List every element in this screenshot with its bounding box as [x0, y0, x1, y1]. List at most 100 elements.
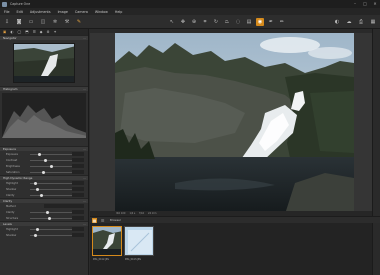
- navigator-thumbnail[interactable]: [13, 43, 75, 83]
- wrench-icon[interactable]: ⚒: [63, 18, 71, 26]
- menu-camera[interactable]: Camera: [75, 10, 88, 14]
- picker-icon[interactable]: ✒: [267, 18, 275, 26]
- tools-icon[interactable]: ◫: [39, 18, 47, 26]
- section-options-icon[interactable]: ⋯: [83, 36, 86, 40]
- iso-readout: ISO 100: [116, 212, 126, 215]
- tool-tab-lens[interactable]: ◯: [17, 30, 21, 34]
- tool-tab-output[interactable]: ✦: [54, 30, 57, 34]
- minimize-button[interactable]: –: [352, 1, 358, 7]
- slider-knob[interactable]: [34, 233, 37, 237]
- tool-tab-adjust[interactable]: ⚙: [46, 30, 49, 34]
- cloud-icon[interactable]: ☁: [345, 18, 353, 26]
- browser-panel: IMG_0412.JPG IMG_0413.JPG: [90, 223, 372, 275]
- slider-knob[interactable]: [46, 210, 49, 214]
- slider-row: Shadow: [0, 232, 88, 238]
- browser-list-icon[interactable]: ☰: [100, 218, 105, 223]
- slider-knob[interactable]: [36, 187, 39, 191]
- hdr-clarity-slider[interactable]: [30, 195, 78, 196]
- grid-icon[interactable]: ▦: [369, 18, 377, 26]
- menu-window[interactable]: Window: [95, 10, 108, 14]
- crop-icon[interactable]: ⌗: [201, 18, 209, 26]
- pen-icon[interactable]: ✏: [278, 18, 286, 26]
- tool-tab-color[interactable]: ◆: [40, 30, 43, 34]
- rotate-icon[interactable]: ↻: [212, 18, 220, 26]
- value-field[interactable]: [72, 170, 84, 174]
- slider-knob[interactable]: [42, 170, 45, 174]
- window-title: Capture One: [10, 2, 31, 6]
- value-field[interactable]: [72, 158, 84, 162]
- tool-panel: ▣ ◐ ◯ ⬒ ☰ ◆ ⚙ ✦ Navigator ⋯ Histogram ⋯: [0, 29, 89, 275]
- print-icon[interactable]: ⎙: [357, 18, 365, 26]
- shutter-readout: 1/4 s: [129, 212, 136, 215]
- method-select[interactable]: [44, 204, 84, 208]
- tool-tab-library[interactable]: ▣: [3, 30, 6, 34]
- window-controls: – □ ✕: [352, 1, 378, 7]
- main-toolbar: ⇩ ◙ ▭ ◫ ✲ ⚒ ✎ ↖ ✥ ⊕ ⌗ ↻ ⏢ ◌ ▤ ◉ ✒ ✏ ◐ ☁ …: [0, 15, 380, 29]
- tool-tab-details[interactable]: ☰: [33, 30, 36, 34]
- app-icon: [2, 1, 7, 7]
- slider-knob[interactable]: [34, 181, 37, 185]
- histogram-graph: [2, 93, 86, 138]
- main-photo[interactable]: [115, 33, 354, 214]
- histogram-header[interactable]: Histogram ⋯: [0, 86, 88, 91]
- menu-file[interactable]: File: [4, 10, 10, 14]
- browser-thumbnail[interactable]: [124, 226, 154, 256]
- slider-knob[interactable]: [36, 227, 39, 231]
- menu-bar: File Edit Adjustments Image Camera Windo…: [0, 8, 380, 15]
- folder-icon[interactable]: ▭: [27, 18, 35, 26]
- value-field[interactable]: [72, 210, 84, 214]
- browser-toolbar: ▦ ☰ Browser: [90, 216, 380, 223]
- keystone-icon[interactable]: ⏢: [223, 18, 231, 26]
- structure-slider[interactable]: [30, 218, 78, 219]
- saturation-slider[interactable]: [30, 172, 78, 173]
- spot-icon[interactable]: ◌: [234, 18, 242, 26]
- browser-label: Browser: [110, 218, 121, 222]
- proof-icon[interactable]: ◐: [333, 18, 341, 26]
- zoom-icon[interactable]: ⊕: [190, 18, 198, 26]
- value-field[interactable]: [72, 227, 84, 231]
- select-icon[interactable]: ▤: [245, 18, 253, 26]
- value-field[interactable]: [72, 233, 84, 237]
- highlight-slider[interactable]: [30, 183, 78, 184]
- camera-icon[interactable]: ◙: [15, 18, 23, 26]
- menu-edit[interactable]: Edit: [17, 10, 23, 14]
- aperture-readout: f/16: [139, 212, 144, 215]
- menu-help[interactable]: Help: [115, 10, 123, 14]
- contrast-slider[interactable]: [30, 160, 78, 161]
- slider-knob[interactable]: [38, 152, 41, 156]
- right-edge-strip: [372, 29, 380, 275]
- pointer-icon[interactable]: ↖: [168, 18, 176, 26]
- browser-thumbnail[interactable]: [92, 226, 122, 256]
- close-button[interactable]: ✕: [372, 1, 378, 7]
- title-bar: Capture One – □ ✕: [0, 0, 380, 8]
- navigator-header[interactable]: Navigator ⋯: [0, 35, 88, 40]
- value-field[interactable]: [72, 216, 84, 220]
- slider-knob[interactable]: [44, 158, 47, 162]
- value-field[interactable]: [72, 193, 84, 197]
- slider-knob[interactable]: [48, 216, 51, 220]
- value-field[interactable]: [72, 187, 84, 191]
- section-options-icon[interactable]: ⋯: [83, 87, 86, 91]
- pan-icon[interactable]: ✥: [179, 18, 187, 26]
- slider-knob[interactable]: [50, 164, 53, 168]
- focal-readout: 24 mm: [148, 212, 157, 215]
- menu-adjustments[interactable]: Adjustments: [30, 10, 51, 14]
- brush-icon[interactable]: ✎: [75, 18, 83, 26]
- clarity-slider[interactable]: [30, 212, 78, 213]
- levels-shadow-slider[interactable]: [30, 235, 78, 236]
- slider-knob[interactable]: [40, 193, 43, 197]
- browser-grid-icon[interactable]: ▦: [92, 217, 97, 223]
- tool-tab-capture[interactable]: ◐: [10, 30, 13, 34]
- thumbnail-caption: IMG_0412.JPG: [93, 258, 110, 261]
- import-icon[interactable]: ⇩: [3, 18, 11, 26]
- tool-tab-composition[interactable]: ⬒: [25, 30, 28, 34]
- maximize-button[interactable]: □: [362, 1, 368, 7]
- image-viewer[interactable]: [90, 29, 372, 216]
- value-field[interactable]: [72, 164, 84, 168]
- value-field[interactable]: [72, 152, 84, 156]
- value-field[interactable]: [72, 181, 84, 185]
- loupe-icon[interactable]: ◉: [256, 18, 264, 26]
- settings-icon[interactable]: ✲: [51, 18, 59, 26]
- menu-image[interactable]: Image: [58, 10, 68, 14]
- brightness-slider[interactable]: [30, 166, 78, 167]
